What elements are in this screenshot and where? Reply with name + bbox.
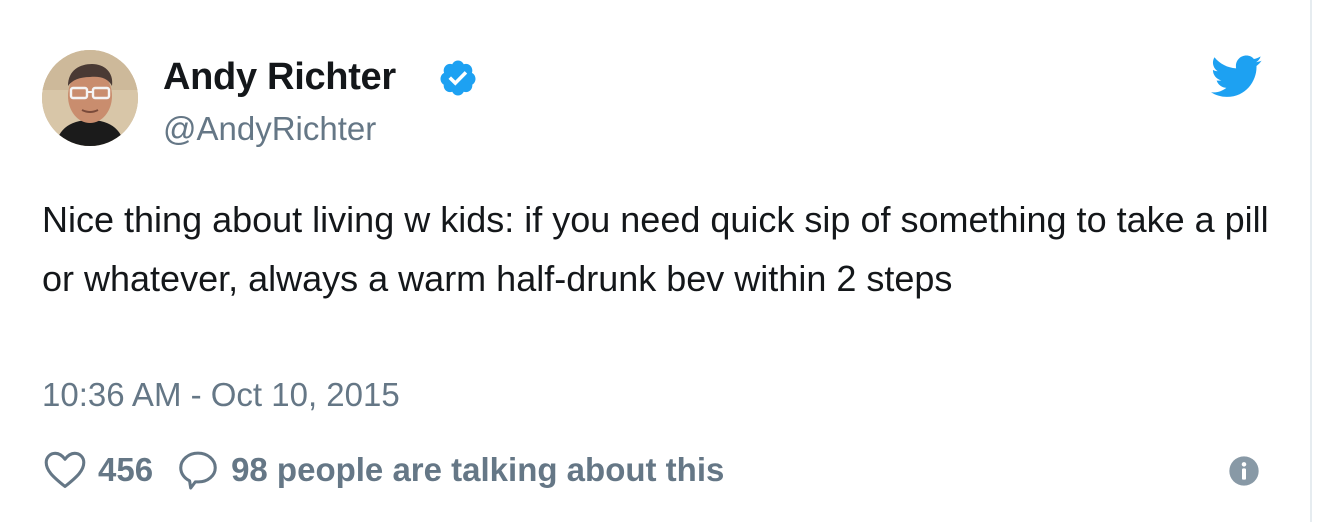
avatar[interactable] xyxy=(42,50,138,146)
tweet-actions: 456 98 people are talking about this xyxy=(42,446,724,494)
embedded-tweet-card: Andy Richter @AndyRichter Nice thing abo… xyxy=(0,0,1312,522)
like-action[interactable]: 456 xyxy=(42,447,153,493)
like-count: 456 xyxy=(98,451,154,488)
conversation-action[interactable]: 98 people are talking about this xyxy=(153,447,724,493)
verified-badge-icon xyxy=(440,60,476,96)
author-name[interactable]: Andy Richter xyxy=(163,55,396,99)
author-handle[interactable]: @AndyRichter xyxy=(163,109,376,149)
twitter-bird-icon[interactable] xyxy=(1211,55,1263,99)
speech-bubble-icon[interactable] xyxy=(175,447,221,493)
tweet-text: Nice thing about living w kids: if you n… xyxy=(42,199,1269,299)
heart-icon[interactable] xyxy=(42,447,88,493)
info-icon[interactable] xyxy=(1228,455,1260,487)
conversation-count-text: 98 people are talking about this xyxy=(231,451,725,488)
tweet-timestamp[interactable]: 10:36 AM - Oct 10, 2015 xyxy=(42,373,400,417)
